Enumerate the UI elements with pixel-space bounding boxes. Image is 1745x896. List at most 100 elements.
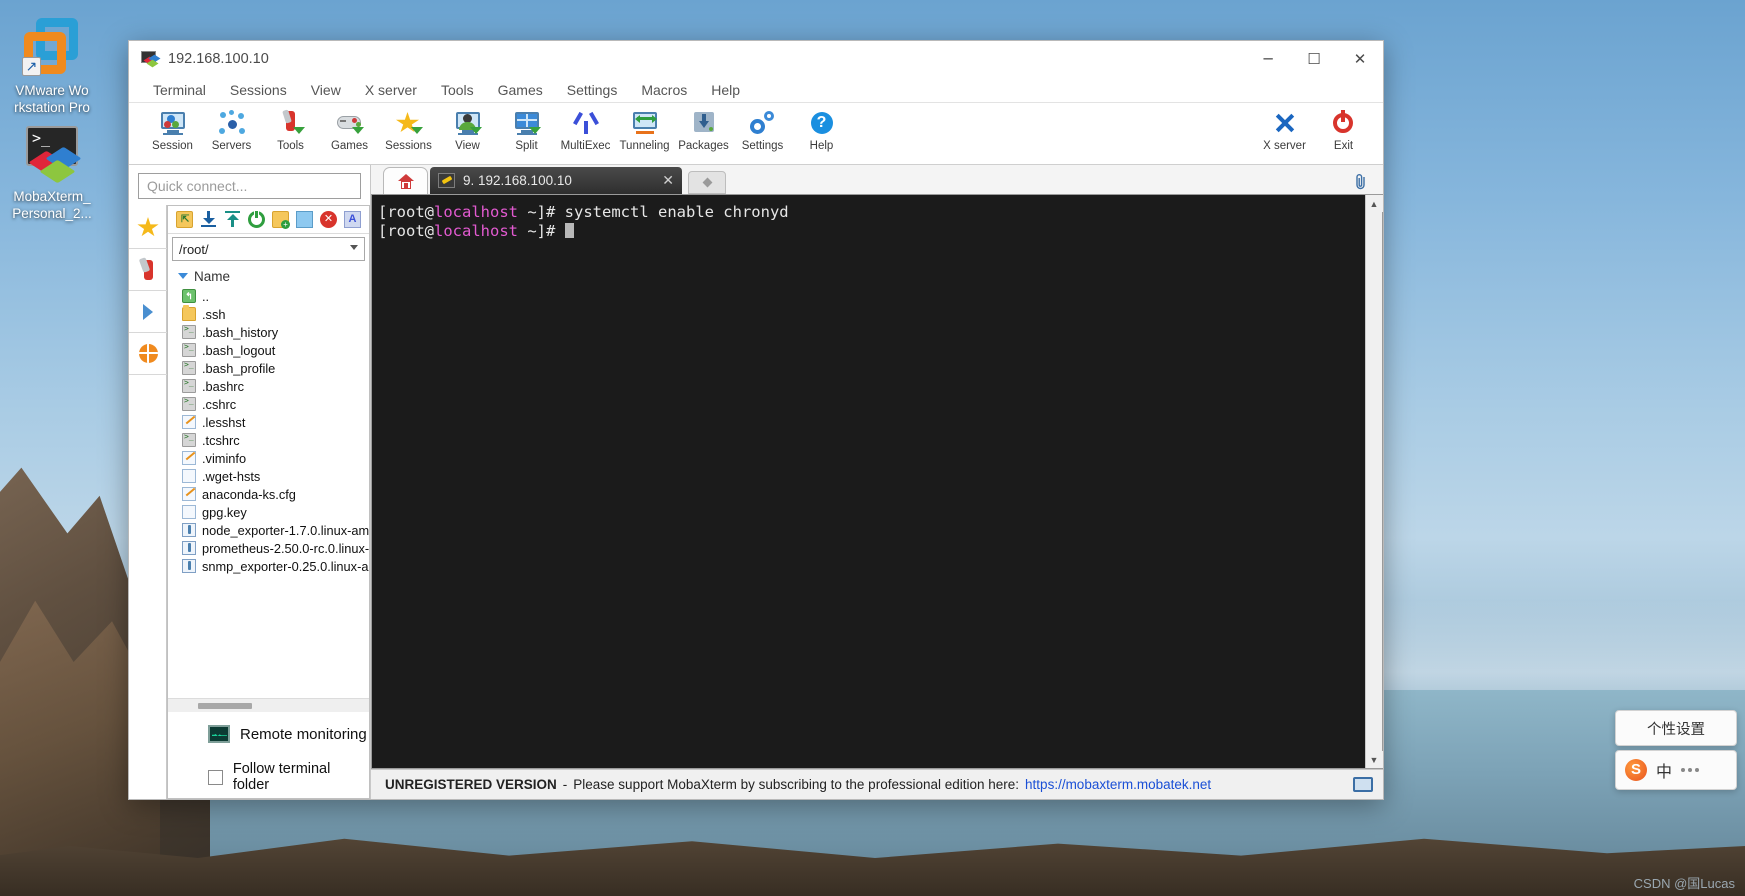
toolbar-button-multiexec[interactable]: MultiExec [556,107,615,152]
paperclip-icon[interactable] [1353,173,1369,191]
display-status-icon[interactable] [1353,777,1373,792]
toolbar-button-servers[interactable]: Servers [202,107,261,152]
menu-sessions[interactable]: Sessions [218,80,299,100]
upload-icon[interactable] [224,211,241,228]
file-row[interactable]: .lesshst [182,413,369,431]
split-icon [512,110,542,138]
close-icon[interactable]: ✕ [638,172,674,189]
terminal-scrollbar[interactable]: ▲ ▼ [1365,195,1383,768]
toolbar-button-exit[interactable]: Exit [1314,107,1373,152]
shell-icon [182,360,196,375]
file-row[interactable]: .tcshrc [182,431,369,449]
sftp-column-header[interactable]: Name [168,265,369,287]
scroll-down-icon[interactable]: ▼ [1365,751,1383,768]
delete-icon[interactable]: ✕ [320,211,337,228]
window-titlebar[interactable]: 192.168.100.10 ─ ☐ ✕ [129,41,1383,77]
file-row[interactable]: .bash_profile [182,359,369,377]
scrollbar-thumb[interactable] [198,702,252,709]
file-row[interactable]: snmp_exporter-0.25.0.linux-am [182,557,369,575]
toolbar-label: Tools [277,140,304,152]
file-row[interactable]: node_exporter-1.7.0.linux-amd6 [182,521,369,539]
menu-terminal[interactable]: Terminal [141,80,218,100]
text-mode-icon[interactable]: A [344,211,361,228]
toolbar-button-split[interactable]: Split [497,107,556,152]
new-file-icon[interactable] [296,211,313,228]
toolbar-button-settings[interactable]: Settings [733,107,792,152]
toolbar-button-tunneling[interactable]: Tunneling [615,107,674,152]
menu-view[interactable]: View [299,80,353,100]
file-row[interactable]: .bash_logout [182,341,369,359]
window-title: 192.168.100.10 [168,51,269,67]
toolbar-button-games[interactable]: Games [320,107,379,152]
toolbar-button-x-server[interactable]: X server [1255,107,1314,152]
new-tab-button[interactable] [688,171,726,194]
terminal-console[interactable]: [root@localhost ~]# systemctl enable chr… [372,195,1365,768]
file-row[interactable]: anaconda-ks.cfg [182,485,369,503]
refresh-icon[interactable] [248,210,265,228]
menu-macros[interactable]: Macros [629,80,699,100]
sidebar-vertical-tabs [129,205,167,799]
desktop-icon-vmware[interactable]: ↗ VMware Wo rkstation Pro [4,14,100,116]
maximize-button[interactable]: ☐ [1291,41,1337,77]
sidebar-tab-macros[interactable] [129,291,167,333]
games-icon [335,110,365,138]
file-row[interactable]: gpg.key [182,503,369,521]
minimize-button[interactable]: ─ [1245,41,1291,77]
file-row[interactable]: .cshrc [182,395,369,413]
file-name: .viminfo [202,450,247,466]
terminal-command: systemctl enable chronyd [564,203,789,221]
follow-terminal-folder-label: Follow terminal folder [232,761,331,793]
sidebar-tab-sftp[interactable] [129,333,167,375]
toolbar-label: Sessions [385,140,432,152]
folder-icon [182,305,196,321]
scroll-up-icon[interactable]: ▲ [1365,195,1383,212]
toolbar-button-tools[interactable]: Tools [261,107,320,152]
sftp-path-input[interactable]: /root/ [172,237,365,261]
unregistered-version-label: UNREGISTERED VERSION [385,777,557,792]
file-row[interactable]: .ssh [182,305,369,323]
servers-icon [217,110,247,138]
quick-connect-input[interactable]: Quick connect... [138,173,361,199]
follow-terminal-folder-row[interactable]: Follow terminal folder [168,756,369,798]
download-icon[interactable] [200,211,217,228]
file-row[interactable]: ↰.. [182,287,369,305]
doc-icon [182,469,196,483]
tunneling-icon [630,110,660,138]
sftp-horizontal-scrollbar[interactable] [168,698,369,712]
toolbar-button-sessions[interactable]: Sessions [379,107,438,152]
close-button[interactable]: ✕ [1337,41,1383,77]
toolbar-button-view[interactable]: View [438,107,497,152]
menu-tools[interactable]: Tools [429,80,486,100]
ime-settings-popup[interactable]: 个性设置 [1615,710,1737,746]
new-folder-icon[interactable]: + [272,211,290,229]
menu-help[interactable]: Help [699,80,752,100]
file-row[interactable]: .wget-hsts [182,467,369,485]
sogou-logo-icon[interactable]: S [1625,759,1647,781]
chevron-down-icon[interactable] [350,245,358,250]
ime-more-icon[interactable] [1681,768,1700,772]
toolbar-button-session[interactable]: Session [143,107,202,152]
terminal-hostname: localhost [434,203,518,221]
sftp-file-list[interactable]: ↰...ssh.bash_history.bash_logout.bash_pr… [168,287,369,698]
mobaxterm-website-link[interactable]: https://mobaxterm.mobatek.net [1025,777,1211,792]
parent-folder-icon[interactable]: ⇱ [176,211,193,228]
menu-settings[interactable]: Settings [555,80,630,100]
sidebar-tab-sessions[interactable] [129,207,167,249]
ime-toolbar[interactable]: S 中 [1615,750,1737,790]
menu-x-server[interactable]: X server [353,80,429,100]
follow-terminal-folder-checkbox[interactable] [208,769,223,785]
file-row[interactable]: .bash_history [182,323,369,341]
sidebar-tab-tools[interactable] [129,249,167,291]
home-tab[interactable] [383,167,428,194]
file-row[interactable]: prometheus-2.50.0-rc.0.linux-a [182,539,369,557]
ime-mode-label[interactable]: 中 [1656,758,1672,782]
menu-games[interactable]: Games [486,80,555,100]
terminal-tab[interactable]: 9. 192.168.100.10 ✕ [430,167,682,194]
file-name: snmp_exporter-0.25.0.linux-am [202,558,369,574]
file-row[interactable]: .bashrc [182,377,369,395]
desktop-icon-mobaxterm[interactable]: >_ MobaXterm_ Personal_2... [4,120,100,222]
remote-monitoring-row[interactable]: Remote monitoring [168,712,369,756]
file-row[interactable]: .viminfo [182,449,369,467]
toolbar-button-help[interactable]: ? Help [792,107,851,152]
toolbar-button-packages[interactable]: Packages [674,107,733,152]
